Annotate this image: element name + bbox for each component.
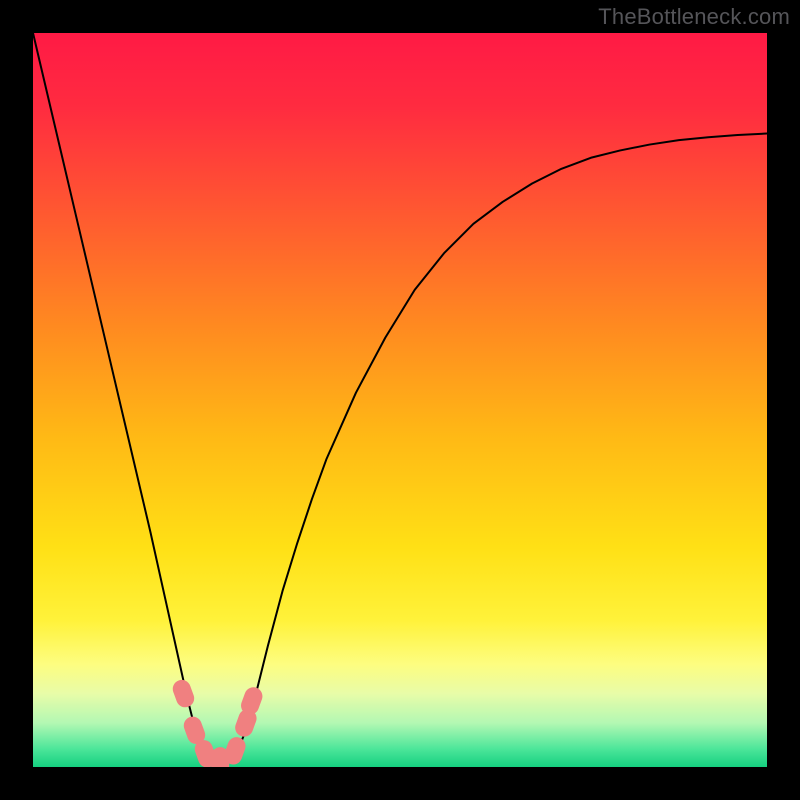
plot-area (33, 33, 767, 767)
chart-svg (33, 33, 767, 767)
attribution-text: TheBottleneck.com (598, 4, 790, 30)
chart-frame: TheBottleneck.com (0, 0, 800, 800)
